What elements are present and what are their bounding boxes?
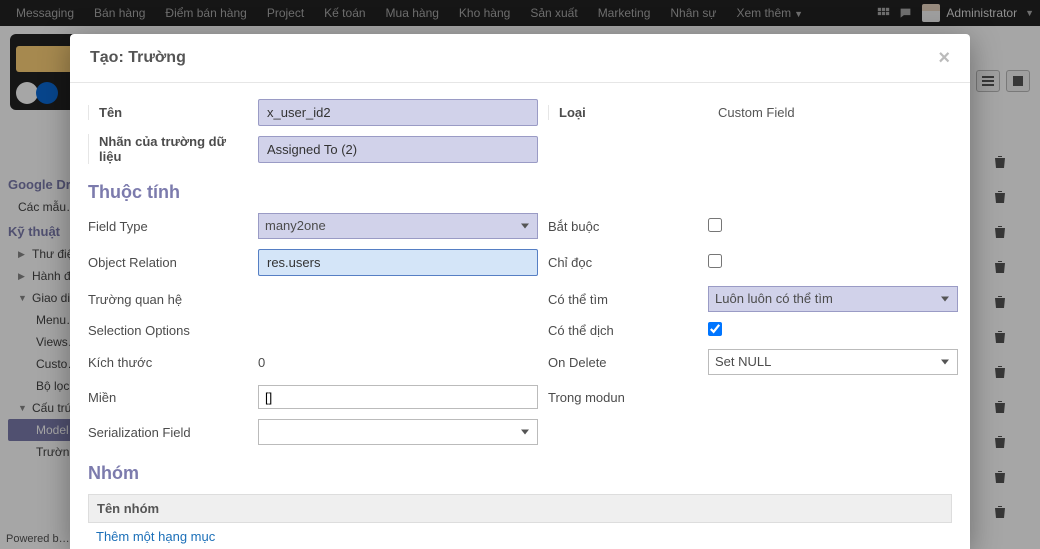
label-inmodule: Trong modun: [548, 390, 698, 405]
objectrelation-input[interactable]: [258, 249, 538, 276]
label-ondelete: On Delete: [548, 355, 698, 370]
domain-input[interactable]: [258, 385, 538, 409]
label-type: Loại: [548, 105, 698, 120]
fieldlabel-input[interactable]: [258, 136, 538, 163]
section-properties: Thuộc tính: [88, 182, 952, 203]
ondelete-select[interactable]: Set NULL: [708, 349, 958, 375]
modal-header: Tạo: Trường ×: [70, 34, 970, 83]
fieldtype-select[interactable]: many2one: [258, 213, 538, 239]
add-group-link[interactable]: Thêm một hạng mục: [88, 523, 952, 549]
label-relationfield: Trường quan hệ: [88, 292, 248, 307]
label-translatable: Có thể dịch: [548, 323, 698, 338]
searchable-select[interactable]: Luôn luôn có thể tìm: [708, 286, 958, 312]
readonly-checkbox[interactable]: [708, 254, 722, 268]
label-readonly: Chỉ đọc: [548, 255, 698, 270]
label-searchable: Có thể tìm: [548, 292, 698, 307]
modal-title: Tạo: Trường: [90, 49, 938, 67]
create-field-modal: Tạo: Trường × Tên Loại Custom Field Nhãn…: [70, 34, 970, 549]
serialization-select[interactable]: [258, 419, 538, 445]
type-value: Custom Field: [708, 101, 952, 124]
name-input[interactable]: [258, 99, 538, 126]
size-value: 0: [258, 355, 538, 370]
close-icon[interactable]: ×: [938, 48, 950, 68]
label-objectrelation: Object Relation: [88, 255, 248, 270]
label-size: Kích thước: [88, 355, 248, 370]
label-fieldtype: Field Type: [88, 219, 248, 234]
required-checkbox[interactable]: [708, 218, 722, 232]
label-domain: Miền: [88, 390, 248, 405]
label-name: Tên: [88, 105, 248, 120]
modal-body: Tên Loại Custom Field Nhãn của trường dữ…: [70, 83, 970, 549]
section-groups: Nhóm: [88, 463, 952, 484]
groups-table-header: Tên nhóm: [88, 494, 952, 523]
label-serialization: Serialization Field: [88, 425, 248, 440]
translatable-checkbox[interactable]: [708, 322, 722, 336]
label-fieldlabel: Nhãn của trường dữ liệu: [88, 134, 248, 164]
label-required: Bắt buộc: [548, 219, 698, 234]
label-seloptions: Selection Options: [88, 323, 248, 338]
